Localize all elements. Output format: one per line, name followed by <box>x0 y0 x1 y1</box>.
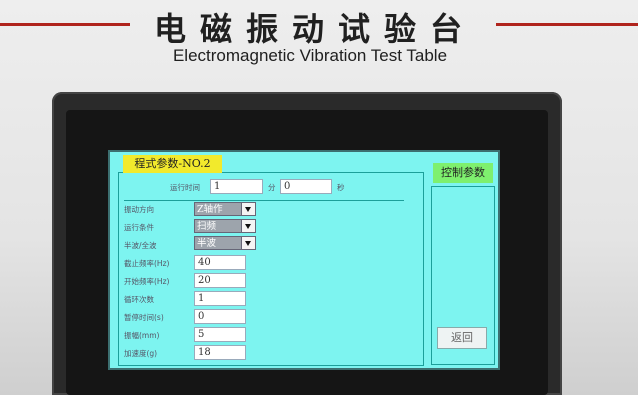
control-params-button[interactable]: 控制参数 <box>433 163 493 183</box>
acceleration-input[interactable]: 18 <box>194 345 246 360</box>
pause-time-input[interactable]: 0 <box>194 309 246 324</box>
device-title-chinese: 电磁振动试验台 <box>153 10 476 48</box>
vibration-direction-label: 振动方向 <box>124 205 154 214</box>
hmi-screen: 程式参数-NO.2 控制参数 返回 运行时间 1 分 0 秒 振动方向 Z轴作 … <box>110 152 498 368</box>
cutoff-frequency-label: 截止频率(Hz) <box>124 259 170 268</box>
program-params-panel <box>118 172 424 366</box>
runtime-label: 运行时间 <box>170 183 200 192</box>
acceleration-label: 加速度(g) <box>124 349 158 358</box>
vibration-direction-select[interactable]: Z轴作 <box>194 202 256 216</box>
start-frequency-input[interactable]: 20 <box>194 273 246 288</box>
chevron-down-icon[interactable] <box>241 203 255 215</box>
cutoff-frequency-input[interactable]: 40 <box>194 255 246 270</box>
section-divider <box>124 200 404 201</box>
runtime-minutes-input[interactable]: 1 <box>210 179 263 194</box>
run-condition-label: 运行条件 <box>124 223 154 232</box>
amplitude-input[interactable]: 5 <box>194 327 246 342</box>
chevron-down-icon[interactable] <box>241 220 255 232</box>
device-title-english: Electromagnetic Vibration Test Table <box>172 46 448 65</box>
program-params-tab[interactable]: 程式参数-NO.2 <box>123 155 222 173</box>
run-condition-value: 扫频 <box>197 221 217 232</box>
second-unit-label: 秒 <box>337 183 345 192</box>
wave-mode-select[interactable]: 半波 <box>194 236 256 250</box>
chevron-down-icon[interactable] <box>241 237 255 249</box>
red-stripe-left <box>0 23 130 26</box>
amplitude-label: 振幅(mm) <box>124 331 160 340</box>
wave-mode-value: 半波 <box>197 238 217 249</box>
cycle-count-label: 循环次数 <box>124 295 154 304</box>
minute-unit-label: 分 <box>268 183 276 192</box>
vibration-direction-value: Z轴作 <box>197 204 223 215</box>
start-frequency-label: 开始频率(Hz) <box>124 277 170 286</box>
cycle-count-input[interactable]: 1 <box>194 291 246 306</box>
return-button[interactable]: 返回 <box>437 327 487 349</box>
red-stripe-right <box>496 23 638 26</box>
runtime-seconds-input[interactable]: 0 <box>280 179 332 194</box>
wave-mode-label: 半波/全波 <box>124 241 157 250</box>
run-condition-select[interactable]: 扫频 <box>194 219 256 233</box>
pause-time-label: 暂停时间(s) <box>124 313 164 322</box>
